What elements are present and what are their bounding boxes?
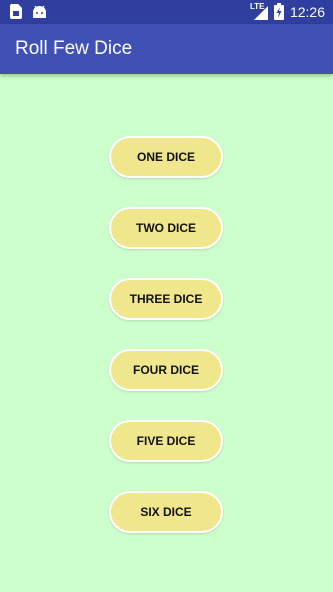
sim-card-icon xyxy=(10,4,22,19)
five-dice-button[interactable]: FIVE DICE xyxy=(109,420,223,462)
signal-icon: LTE xyxy=(249,1,268,20)
three-dice-button[interactable]: THREE DICE xyxy=(109,278,223,320)
android-icon xyxy=(32,5,47,19)
status-bar: LTE 12:26 xyxy=(0,0,333,24)
app-title: Roll Few Dice xyxy=(15,38,133,59)
six-dice-button[interactable]: SIX DICE xyxy=(109,491,223,533)
status-bar-system: LTE 12:26 xyxy=(249,1,325,20)
two-dice-button[interactable]: TWO DICE xyxy=(109,207,223,249)
app-bar: Roll Few Dice xyxy=(0,24,333,74)
one-dice-button[interactable]: ONE DICE xyxy=(109,136,223,178)
clock: 12:26 xyxy=(289,3,325,20)
battery-charging-icon xyxy=(273,3,284,20)
network-type-label: LTE xyxy=(249,1,265,11)
main-content: ONE DICE TWO DICE THREE DICE FOUR DICE F… xyxy=(0,74,333,592)
status-bar-notifications xyxy=(10,4,47,19)
four-dice-button[interactable]: FOUR DICE xyxy=(109,349,223,391)
